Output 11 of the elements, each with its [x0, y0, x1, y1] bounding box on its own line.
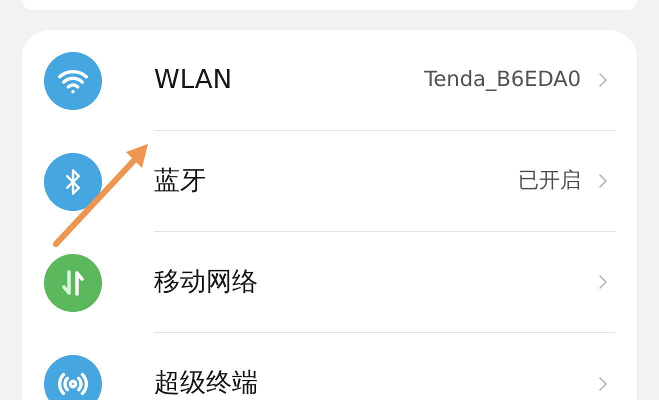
row-label: WLAN	[154, 64, 234, 96]
settings-row[interactable]: WLAN Tenda_B6EDA0	[44, 30, 615, 131]
up-down-arrows-icon	[60, 268, 86, 296]
row-label: 超级终端	[154, 367, 259, 400]
settings-row[interactable]: 超级终端	[44, 333, 615, 400]
row-label: 移动网络	[154, 266, 259, 298]
settings-row[interactable]: 蓝牙 已开启	[44, 131, 615, 232]
settings-row[interactable]: 移动网络	[44, 232, 615, 333]
row-value: Tenda_B6EDA0	[424, 66, 581, 94]
row-value: 已开启	[518, 167, 581, 194]
row-label: 蓝牙	[154, 164, 207, 198]
